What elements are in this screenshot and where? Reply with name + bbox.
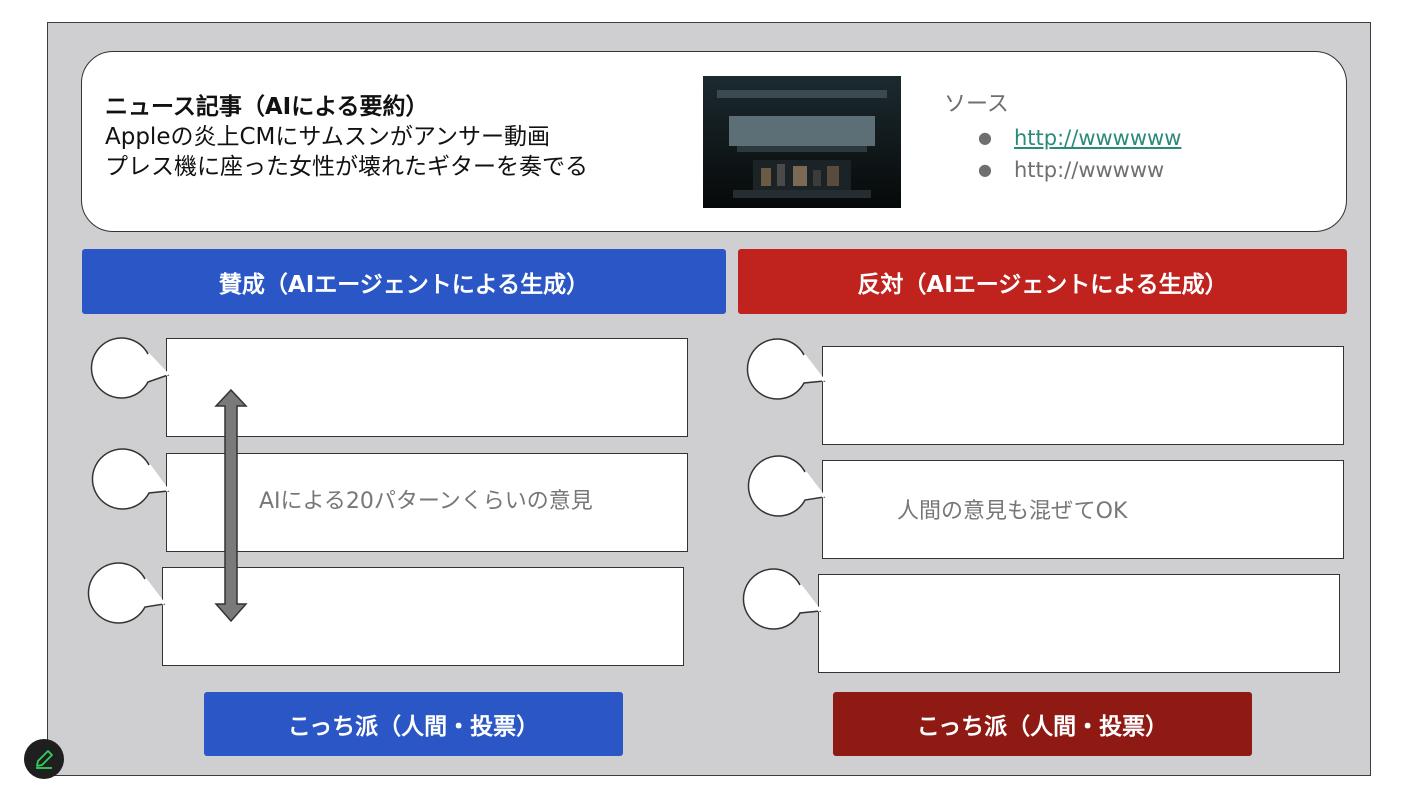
vote-pro-button[interactable]: こっち派（人間・投票） (204, 692, 623, 756)
speech-bubble-icon (747, 455, 826, 517)
double-arrow-icon (214, 388, 248, 623)
speech-bubble-icon (90, 337, 170, 399)
speech-bubble-icon (746, 338, 826, 400)
speech-bubble-icon (91, 448, 170, 510)
speech-bubble-icon (742, 568, 822, 630)
vote-con-button[interactable]: こっち派（人間・投票） (833, 692, 1252, 756)
edit-button[interactable] (24, 739, 64, 779)
decor-layer (87, 337, 826, 630)
pencil-icon (36, 750, 53, 769)
speech-bubble-icon (87, 562, 166, 624)
